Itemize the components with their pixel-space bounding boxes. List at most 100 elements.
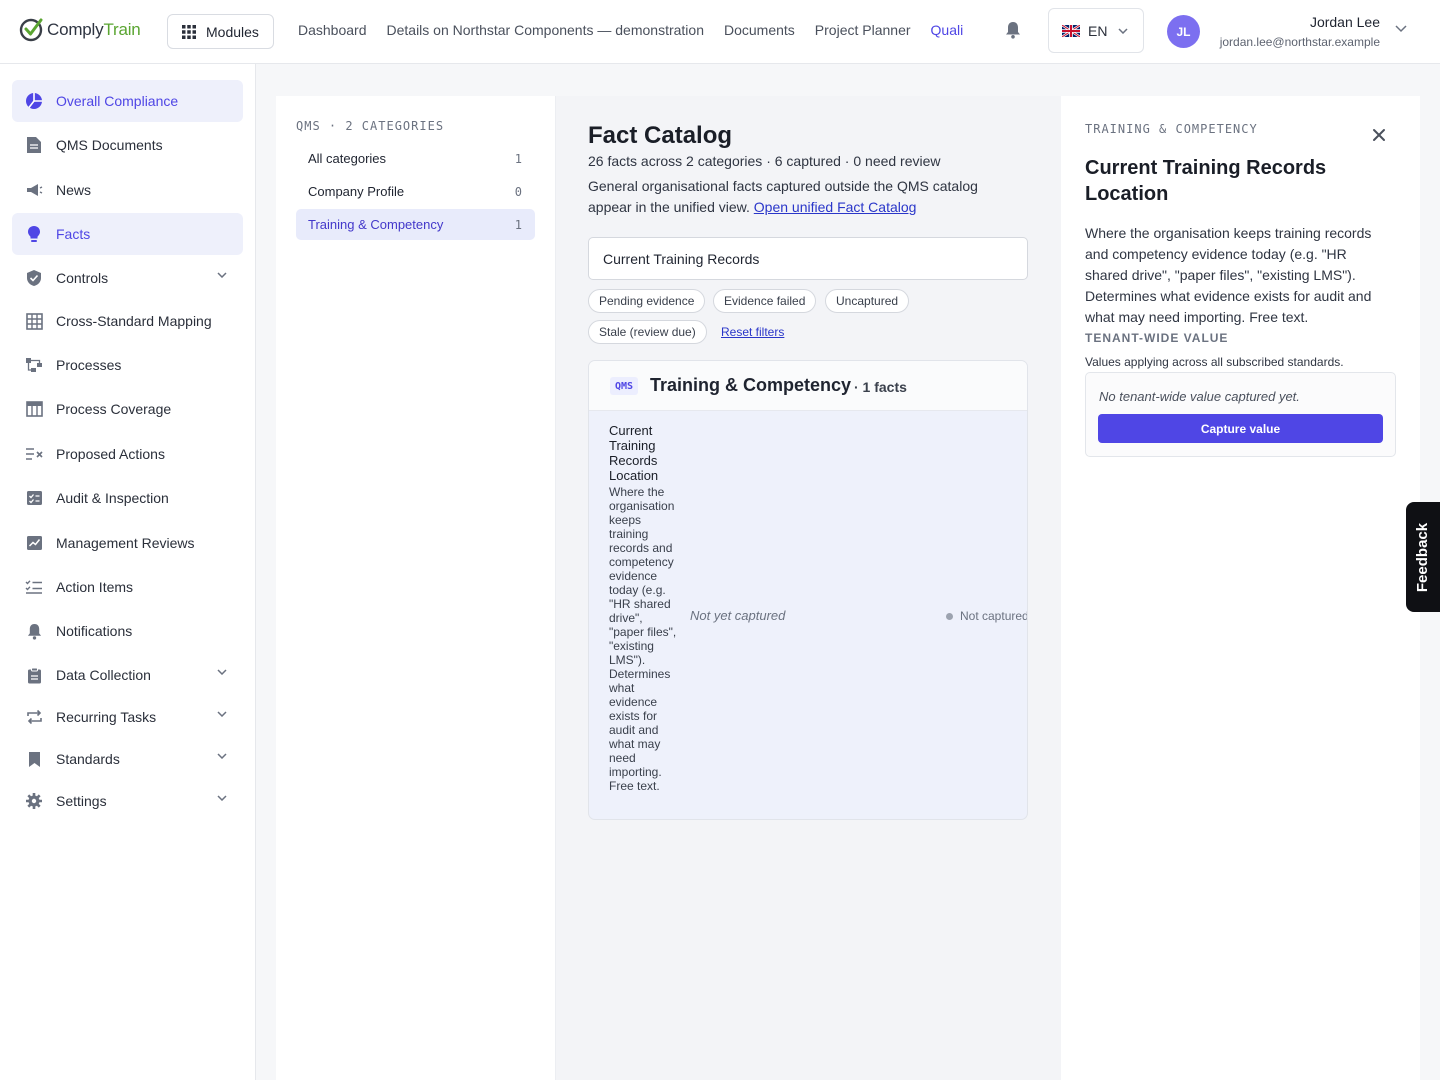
sidebar-item-label: Recurring Tasks <box>56 709 157 725</box>
flow-icon <box>25 356 43 374</box>
catalog-description: General organisational facts captured ou… <box>588 176 1018 218</box>
sidebar-item-management-reviews[interactable]: Management Reviews <box>12 522 243 564</box>
chevron-down-icon <box>1118 27 1128 34</box>
modules-label: Modules <box>206 23 259 40</box>
close-icon[interactable] <box>1372 128 1386 142</box>
lightbulb-icon <box>25 225 43 243</box>
list-check-icon <box>25 578 43 596</box>
fact-catalog-panel: Fact Catalog 26 facts across 2 categorie… <box>556 96 1061 1080</box>
catalog-stats: 26 facts across 2 categories · 6 capture… <box>588 153 941 169</box>
sidebar-item-label: News <box>56 182 92 198</box>
repeat-icon <box>25 708 43 726</box>
logo-text: ComplyTrain <box>47 19 141 39</box>
user-avatar[interactable]: JL <box>1167 15 1200 48</box>
shield-check-icon <box>25 269 43 287</box>
sidebar-item-standards[interactable]: Standards <box>12 738 243 780</box>
sidebar-item-recurring-tasks[interactable]: Recurring Tasks <box>12 696 243 738</box>
fact-description: Where the organisation keeps training re… <box>609 485 677 793</box>
chevron-down-icon <box>217 669 227 675</box>
category-count: 1 <box>514 151 522 166</box>
sidebar-item-label: Action Items <box>56 579 134 595</box>
filter-pending-evidence[interactable]: Pending evidence <box>588 289 706 313</box>
grid-table-icon <box>25 312 43 330</box>
filter-uncaptured[interactable]: Uncaptured <box>825 289 910 313</box>
sidebar: Overall Compliance QMS Documents News Fa… <box>0 64 256 1080</box>
sidebar-item-controls[interactable]: Controls <box>12 257 243 299</box>
page-title: Fact Catalog <box>588 122 733 149</box>
sidebar-item-label: Data Collection <box>56 667 151 683</box>
grid-icon <box>182 24 196 39</box>
nav-quality[interactable]: Quali <box>931 22 964 38</box>
sidebar-item-label: Cross-Standard Mapping <box>56 313 212 329</box>
user-name[interactable]: Jordan Lee <box>1310 14 1380 30</box>
gear-icon <box>25 792 43 810</box>
feedback-tab[interactable]: Feedback <box>1406 502 1440 612</box>
sidebar-item-overall-compliance[interactable]: Overall Compliance <box>12 80 243 122</box>
sidebar-item-cross-standard-mapping[interactable]: Cross-Standard Mapping <box>12 300 243 342</box>
user-menu-chevron-icon[interactable] <box>1395 25 1407 33</box>
nav-company-details[interactable]: Details on Northstar Components — demons… <box>387 22 704 38</box>
table-icon <box>25 400 43 418</box>
bell-icon <box>25 622 43 640</box>
fact-name: Current Training Records Location <box>609 423 659 483</box>
status-badge: Not captured <box>946 609 1028 623</box>
category-training-competency[interactable]: Training & Competency 1 <box>296 209 535 240</box>
empty-value-text: No tenant-wide value captured yet. <box>1099 389 1300 404</box>
filter-stale[interactable]: Stale (review due) <box>588 320 707 344</box>
category-count: 0 <box>514 184 522 199</box>
status-dot-icon <box>946 612 953 620</box>
modules-button[interactable]: Modules <box>167 14 274 49</box>
sidebar-item-process-coverage[interactable]: Process Coverage <box>12 388 243 430</box>
search-input[interactable]: Current Training Records <box>588 237 1028 280</box>
status-text: Not captured <box>960 609 1028 623</box>
sidebar-item-label: Settings <box>56 793 107 809</box>
sidebar-item-notifications[interactable]: Notifications <box>12 610 243 652</box>
nav-dashboard[interactable]: Dashboard <box>298 22 367 38</box>
detail-title: Current Training Records Location <box>1085 157 1327 205</box>
reset-filters-link[interactable]: Reset filters <box>721 325 784 339</box>
document-icon <box>25 136 43 154</box>
category-company-profile[interactable]: Company Profile 0 <box>296 176 535 207</box>
fact-group-header[interactable]: QMS Training & Competency · 1 facts <box>589 361 1027 411</box>
bookmark-icon <box>25 750 43 768</box>
chevron-down-icon <box>217 795 227 801</box>
filter-evidence-failed[interactable]: Evidence failed <box>713 289 817 313</box>
fact-group-card: QMS Training & Competency · 1 facts Curr… <box>588 360 1028 820</box>
pie-chart-icon <box>25 92 43 110</box>
app-logo[interactable]: ComplyTrain <box>19 17 141 42</box>
category-label: Training & Competency <box>308 217 444 232</box>
open-unified-catalog-link[interactable]: Open unified Fact Catalog <box>754 199 917 215</box>
language-code: EN <box>1088 22 1108 39</box>
chevron-down-icon <box>217 753 227 759</box>
language-selector[interactable]: EN <box>1048 8 1144 53</box>
sidebar-item-label: Standards <box>56 751 120 767</box>
nav-documents[interactable]: Documents <box>724 22 795 38</box>
sidebar-item-news[interactable]: News <box>12 169 243 211</box>
fact-value: Not yet captured <box>690 608 786 623</box>
clipboard-icon <box>25 666 43 684</box>
sidebar-item-label: QMS Documents <box>56 137 163 153</box>
nav-project-planner[interactable]: Project Planner <box>815 22 911 38</box>
capture-value-button[interactable]: Capture value <box>1098 414 1383 443</box>
sidebar-item-audit-inspection[interactable]: Audit & Inspection <box>12 477 243 519</box>
category-label: Company Profile <box>308 184 405 199</box>
sidebar-item-facts[interactable]: Facts <box>12 213 243 255</box>
user-email: jordan.lee@northstar.example <box>1219 35 1380 49</box>
fact-group-count: · 1 facts <box>854 379 907 395</box>
category-all[interactable]: All categories 1 <box>296 143 535 174</box>
sidebar-item-qms-documents[interactable]: QMS Documents <box>12 124 243 166</box>
sidebar-item-proposed-actions[interactable]: Proposed Actions <box>12 433 243 475</box>
notifications-bell-icon[interactable] <box>1005 21 1021 39</box>
sidebar-item-action-items[interactable]: Action Items <box>12 566 243 608</box>
chart-review-icon <box>25 534 43 552</box>
sidebar-item-data-collection[interactable]: Data Collection <box>12 654 243 696</box>
fact-group-title: Training & Competency <box>650 375 852 395</box>
sidebar-item-label: Audit & Inspection <box>56 490 169 506</box>
category-count: 1 <box>514 217 522 232</box>
sidebar-item-settings[interactable]: Settings <box>12 780 243 822</box>
detail-category: TRAINING & COMPETENCY <box>1085 122 1258 136</box>
sidebar-item-label: Facts <box>56 226 91 242</box>
chevron-down-icon <box>217 711 227 717</box>
sidebar-item-processes[interactable]: Processes <box>12 344 243 386</box>
sidebar-item-label: Controls <box>56 270 109 286</box>
